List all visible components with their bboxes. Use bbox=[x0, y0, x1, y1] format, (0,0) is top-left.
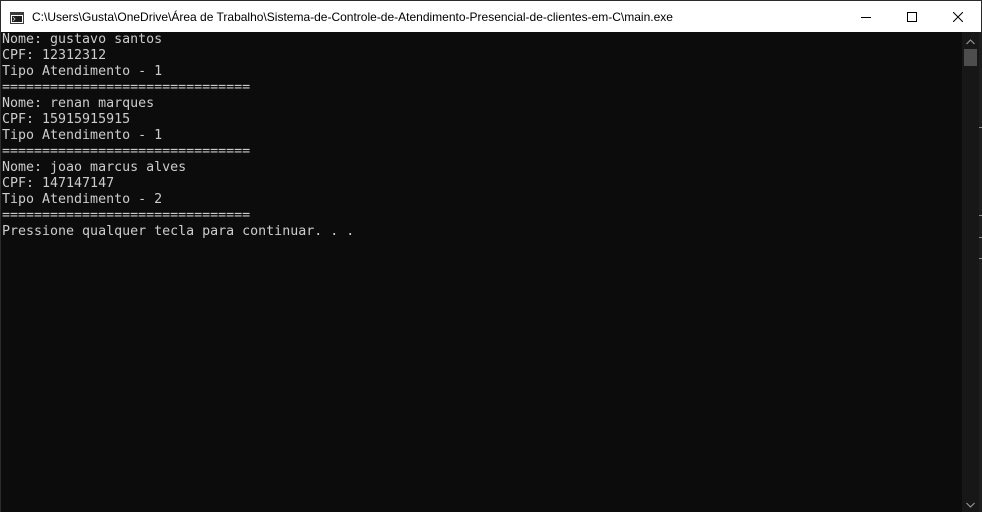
console-line: CPF: 12312312 bbox=[2, 48, 107, 63]
caption-buttons bbox=[843, 1, 981, 32]
maximize-button[interactable] bbox=[889, 1, 935, 32]
console-output[interactable]: Nome: gustavo santos CPF: 12312312 Tipo … bbox=[1, 32, 962, 512]
console-line: CPF: 15915915915 bbox=[2, 112, 131, 127]
title-bar[interactable]: C:\Users\Gusta\OneDrive\Área de Trabalho… bbox=[1, 1, 981, 32]
console-line: Nome: joao marcus alves bbox=[2, 160, 187, 175]
console-line: =============================== bbox=[2, 80, 251, 95]
maximize-icon bbox=[907, 11, 917, 22]
console-line: =============================== bbox=[2, 208, 251, 223]
scroll-down-button[interactable] bbox=[962, 496, 979, 511]
minimize-button[interactable] bbox=[843, 1, 889, 32]
scroll-thumb[interactable] bbox=[964, 49, 977, 66]
minimize-icon bbox=[861, 12, 871, 22]
window-title: C:\Users\Gusta\OneDrive\Área de Trabalho… bbox=[32, 9, 673, 24]
console-prompt: Pressione qualquer tecla para continuar.… bbox=[2, 224, 355, 239]
console-app-icon bbox=[10, 11, 24, 24]
console-line: Nome: gustavo santos bbox=[2, 32, 163, 47]
chevron-up-icon bbox=[966, 32, 975, 50]
scroll-up-button[interactable] bbox=[962, 33, 979, 48]
vertical-scrollbar[interactable] bbox=[962, 32, 979, 512]
chevron-down-icon bbox=[966, 495, 975, 512]
console-line: Tipo Atendimento - 1 bbox=[2, 64, 163, 79]
console-window: C:\Users\Gusta\OneDrive\Área de Trabalho… bbox=[0, 0, 982, 512]
console-line: CPF: 147147147 bbox=[2, 176, 115, 191]
console-line: Tipo Atendimento - 2 bbox=[2, 192, 163, 207]
console-line: Tipo Atendimento - 1 bbox=[2, 128, 163, 143]
console-line: Nome: renan marques bbox=[2, 96, 155, 111]
console-line: =============================== bbox=[2, 144, 251, 159]
close-button[interactable] bbox=[935, 1, 981, 32]
close-icon bbox=[953, 11, 963, 22]
